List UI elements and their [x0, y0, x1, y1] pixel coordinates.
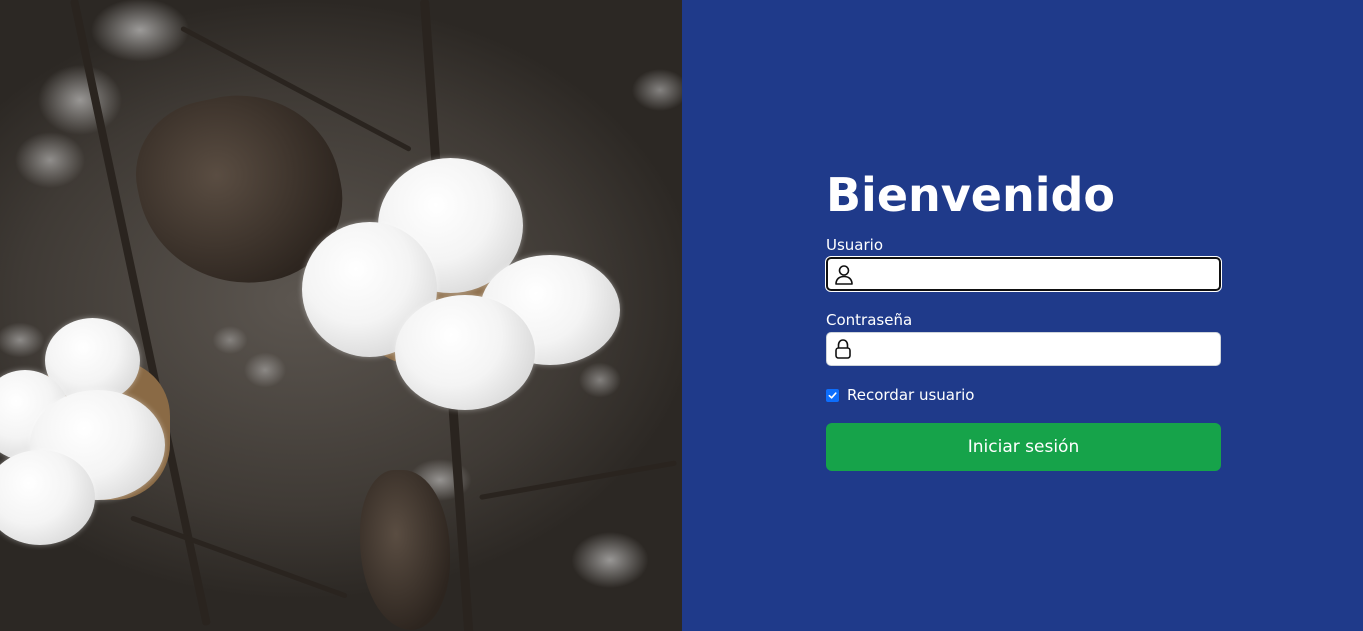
photo-branch — [70, 0, 211, 627]
username-input[interactable] — [860, 259, 1215, 289]
password-field[interactable] — [826, 332, 1221, 366]
login-page: Bienvenido Usuario Contraseña Recordar u… — [0, 0, 1363, 631]
dried-leaf — [360, 470, 450, 630]
password-group: Contraseña — [826, 311, 1221, 366]
login-button[interactable]: Iniciar sesión — [826, 423, 1221, 471]
password-label: Contraseña — [826, 311, 913, 329]
remember-row: Recordar usuario — [826, 386, 1221, 404]
photo-branch — [479, 460, 677, 500]
login-form: Bienvenido Usuario Contraseña Recordar u… — [826, 168, 1221, 471]
remember-label[interactable]: Recordar usuario — [847, 386, 975, 404]
cotton-boll — [395, 295, 535, 410]
lock-icon — [833, 338, 853, 360]
username-label: Usuario — [826, 236, 884, 254]
page-title: Bienvenido — [826, 168, 1116, 222]
cotton-plant-photo — [0, 0, 682, 631]
password-input[interactable] — [859, 333, 1214, 365]
checkmark-icon — [828, 391, 837, 399]
photo-branch — [130, 515, 348, 599]
username-group: Usuario — [826, 236, 1221, 291]
login-panel: Bienvenido Usuario Contraseña Recordar u… — [682, 0, 1363, 631]
remember-checkbox[interactable] — [826, 388, 839, 402]
username-field[interactable] — [826, 257, 1221, 291]
person-icon — [834, 264, 854, 286]
